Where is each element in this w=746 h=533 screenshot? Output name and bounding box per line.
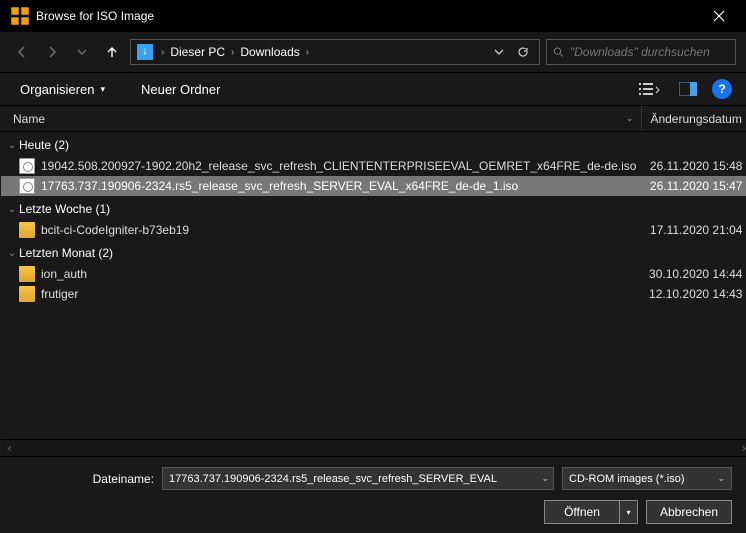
column-date[interactable]: Änderungsdatum bbox=[642, 106, 746, 131]
group-last-month[interactable]: ⌄ Letzten Monat (2) bbox=[1, 240, 746, 264]
file-name: bcit-ci-CodeIgniter-b73eb19 bbox=[41, 223, 642, 237]
file-row[interactable]: frutiger 12.10.2020 14:43 bbox=[1, 284, 746, 304]
folder-icon bbox=[19, 266, 35, 282]
cancel-button[interactable]: Abbrechen bbox=[646, 500, 732, 524]
preview-pane-button[interactable] bbox=[674, 78, 702, 100]
body: ⌄ Name ⌄ Änderungsdatum ⌄ Heute (2) 1904… bbox=[0, 106, 746, 456]
close-button[interactable] bbox=[696, 0, 742, 32]
view-list-button[interactable] bbox=[636, 78, 664, 100]
file-date: 30.10.2020 14:44 bbox=[642, 267, 746, 281]
file-row[interactable]: 19042.508.200927-1902.20h2_release_svc_r… bbox=[1, 156, 746, 176]
refresh-button[interactable] bbox=[513, 42, 533, 62]
file-pane: Name ⌄ Änderungsdatum ⌄ Heute (2) 19042.… bbox=[1, 106, 746, 456]
folder-icon bbox=[19, 222, 35, 238]
group-last-week[interactable]: ⌄ Letzte Woche (1) bbox=[1, 196, 746, 220]
file-name: 19042.508.200927-1902.20h2_release_svc_r… bbox=[41, 159, 642, 173]
file-name: frutiger bbox=[41, 287, 642, 301]
column-headers: Name ⌄ Änderungsdatum bbox=[1, 106, 746, 132]
file-name: 17763.737.190906-2324.rs5_release_svc_re… bbox=[41, 179, 642, 193]
folder-icon bbox=[19, 286, 35, 302]
address-bar[interactable]: › Dieser PC › Downloads › bbox=[130, 39, 540, 65]
chevron-down-icon: ⌄ bbox=[5, 204, 19, 215]
file-date: 17.11.2020 21:04 bbox=[642, 223, 746, 237]
chevron-down-icon[interactable]: ⌄ bbox=[541, 473, 549, 484]
scroll-right-icon[interactable]: › bbox=[735, 440, 746, 457]
toolbar: Organisieren ▾ Neuer Ordner ? bbox=[0, 72, 746, 106]
organize-button[interactable]: Organisieren ▾ bbox=[14, 78, 111, 101]
file-date: 26.11.2020 15:47 bbox=[642, 179, 746, 193]
forward-button[interactable] bbox=[40, 40, 64, 64]
footer: Dateiname: 17763.737.190906-2324.rs5_rel… bbox=[0, 456, 746, 533]
search-icon bbox=[553, 46, 564, 58]
filename-label: Dateiname: bbox=[14, 472, 154, 486]
horizontal-scrollbar[interactable]: ‹ › bbox=[1, 439, 746, 456]
chevron-down-icon: ⌄ bbox=[5, 248, 19, 259]
new-folder-button[interactable]: Neuer Ordner bbox=[135, 78, 226, 101]
file-date: 12.10.2020 14:43 bbox=[642, 287, 746, 301]
filename-input[interactable]: 17763.737.190906-2324.rs5_release_svc_re… bbox=[162, 467, 554, 490]
scroll-track[interactable] bbox=[18, 440, 735, 456]
group-today[interactable]: ⌄ Heute (2) bbox=[1, 132, 746, 156]
file-date: 26.11.2020 15:48 bbox=[642, 159, 746, 173]
downloads-icon bbox=[137, 44, 153, 60]
iso-icon bbox=[19, 158, 35, 174]
breadcrumb-seg-pc[interactable]: Dieser PC bbox=[170, 45, 225, 59]
window-title: Browse for ISO Image bbox=[36, 9, 696, 23]
chevron-right-icon[interactable]: › bbox=[161, 47, 164, 58]
file-name: ion_auth bbox=[41, 267, 642, 281]
search-input[interactable] bbox=[570, 45, 729, 59]
file-list: ⌄ Heute (2) 19042.508.200927-1902.20h2_r… bbox=[1, 132, 746, 456]
scroll-left-icon[interactable]: ‹ bbox=[1, 440, 18, 457]
app-icon bbox=[10, 6, 30, 26]
filetype-filter[interactable]: CD-ROM images (*.iso) ⌄ bbox=[562, 467, 732, 490]
column-name[interactable]: Name ⌄ bbox=[1, 106, 642, 131]
breadcrumb: › Dieser PC › Downloads › bbox=[159, 45, 483, 59]
titlebar: Browse for ISO Image bbox=[0, 0, 746, 32]
chevron-right-icon[interactable]: › bbox=[306, 47, 309, 58]
filename-value: 17763.737.190906-2324.rs5_release_svc_re… bbox=[169, 473, 497, 485]
file-row[interactable]: ion_auth 30.10.2020 14:44 bbox=[1, 264, 746, 284]
file-row[interactable]: 17763.737.190906-2324.rs5_release_svc_re… bbox=[1, 176, 746, 196]
back-button[interactable] bbox=[10, 40, 34, 64]
help-button[interactable]: ? bbox=[712, 79, 732, 99]
chevron-down-icon: ⌄ bbox=[626, 113, 634, 124]
open-split-dropdown[interactable]: ▾ bbox=[619, 501, 637, 523]
open-button[interactable]: Öffnen ▾ bbox=[544, 500, 638, 524]
organize-label: Organisieren bbox=[20, 82, 94, 97]
search-box[interactable] bbox=[546, 39, 736, 65]
history-dropdown[interactable] bbox=[489, 42, 509, 62]
up-button[interactable] bbox=[100, 40, 124, 64]
iso-icon bbox=[19, 178, 35, 194]
filter-value: CD-ROM images (*.iso) bbox=[569, 473, 685, 485]
file-row[interactable]: bcit-ci-CodeIgniter-b73eb19 17.11.2020 2… bbox=[1, 220, 746, 240]
chevron-down-icon: ⌄ bbox=[5, 140, 19, 151]
navbar: › Dieser PC › Downloads › bbox=[0, 32, 746, 72]
breadcrumb-seg-downloads[interactable]: Downloads bbox=[240, 45, 299, 59]
chevron-right-icon[interactable]: › bbox=[231, 47, 234, 58]
recent-dropdown[interactable] bbox=[70, 40, 94, 64]
chevron-down-icon: ▾ bbox=[100, 84, 105, 95]
chevron-down-icon[interactable]: ⌄ bbox=[717, 473, 725, 484]
